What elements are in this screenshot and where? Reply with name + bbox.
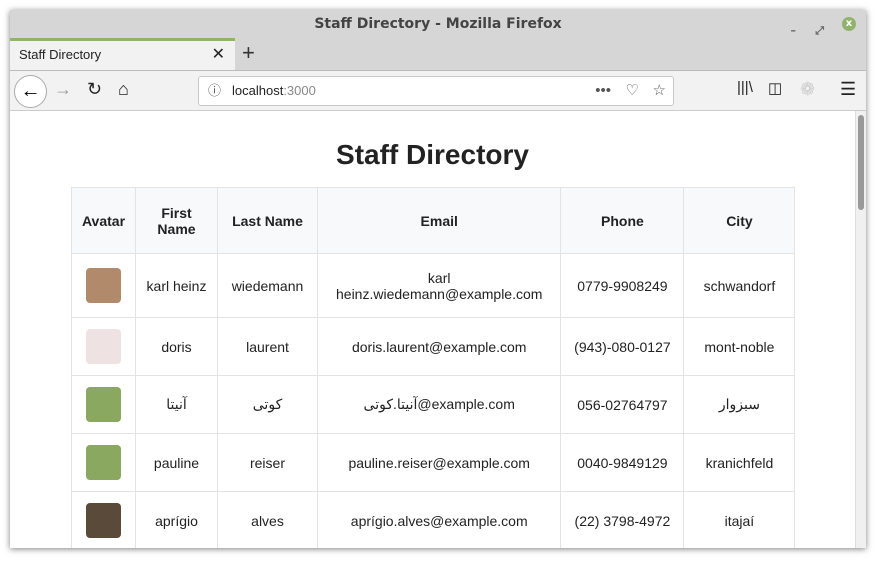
- menu-icon[interactable]: ☰: [840, 79, 856, 100]
- staff-table: Avatar First Name Last Name Email Phone …: [71, 187, 796, 548]
- avatar-cell: [71, 253, 136, 318]
- tab-label: Staff Directory: [19, 47, 102, 62]
- nav-bar: ← → ↻ ⌂ ⓘ localhost:3000 ••• ♡ ☆ |||\ ◫ …: [10, 70, 866, 111]
- pocket-icon[interactable]: ♡: [626, 77, 639, 105]
- cell-first: doris: [135, 317, 218, 376]
- table-row: آنیتا کوتی آنیتا.کوتی@example.com 056-02764…: [71, 375, 796, 434]
- cell-first: pauline: [135, 433, 218, 492]
- reload-icon[interactable]: ↻: [87, 79, 102, 100]
- cell-email: aprígio.alves@example.com: [316, 491, 562, 548]
- browser-window: Staff Directory - Mozilla Firefox – ⤢ x …: [10, 10, 866, 548]
- scrollbar[interactable]: [855, 111, 866, 548]
- cell-phone: 0779-9908249: [560, 253, 685, 318]
- info-icon[interactable]: ⓘ: [208, 77, 221, 105]
- tab-bar: Staff Directory ✕ +: [10, 38, 866, 70]
- back-icon[interactable]: ←: [14, 75, 47, 108]
- close-window-icon[interactable]: x: [842, 17, 856, 31]
- page-title: Staff Directory: [336, 139, 529, 170]
- avatar: [86, 445, 121, 480]
- cell-city: kranichfeld: [683, 433, 796, 492]
- url-host: localhost: [232, 83, 284, 98]
- extension-icon[interactable]: ❁: [800, 79, 815, 100]
- window-title: Staff Directory - Mozilla Firefox: [314, 16, 562, 32]
- table-row: pauline reiser pauline.reiser@example.com 0…: [71, 433, 796, 492]
- title-bar: Staff Directory - Mozilla Firefox – ⤢ x: [10, 10, 866, 38]
- cell-first: aprígio: [135, 491, 218, 548]
- cell-phone: 0040-9849129: [560, 433, 685, 492]
- url-port: :3000: [283, 83, 316, 98]
- avatar-cell: [71, 375, 136, 434]
- cell-email: pauline.reiser@example.com: [316, 433, 562, 492]
- close-tab-icon[interactable]: ✕: [212, 41, 225, 69]
- cell-email: آنیتا.کوتی@example.com: [316, 375, 562, 434]
- table-row: doris laurent doris.laurent@example.com (94…: [71, 317, 796, 376]
- library-icon[interactable]: |||\: [737, 79, 753, 96]
- avatar: [86, 268, 121, 303]
- avatar-cell: [71, 317, 136, 376]
- cell-first: آنیتا: [135, 375, 218, 434]
- header-avatar: Avatar: [71, 187, 136, 254]
- header-city: City: [683, 187, 796, 254]
- cell-city: سبزوار: [683, 375, 796, 434]
- cell-last: reiser: [217, 433, 318, 492]
- cell-email: karl heinz.wiedemann@example.com: [316, 253, 562, 318]
- cell-last: wiedemann: [217, 253, 318, 318]
- header-phone: Phone: [560, 187, 685, 254]
- cell-email: doris.laurent@example.com: [316, 317, 562, 376]
- page-content: Staff Directory Avatar First Name Last N…: [10, 111, 855, 548]
- header-last-name: Last Name: [217, 187, 318, 254]
- url-bar[interactable]: ⓘ localhost:3000 ••• ♡ ☆: [198, 76, 674, 106]
- cell-first: karl heinz: [135, 253, 218, 318]
- header-email: Email: [316, 187, 562, 254]
- cell-last: alves: [217, 491, 318, 548]
- tab-staff-directory[interactable]: Staff Directory ✕: [10, 38, 235, 70]
- avatar-cell: [71, 491, 136, 548]
- table-row: karl heinz wiedemann karl heinz.wiedemann@…: [71, 253, 796, 318]
- avatar: [86, 387, 121, 422]
- cell-phone: 056-02764797: [560, 375, 685, 434]
- scrollbar-thumb[interactable]: [858, 115, 864, 210]
- avatar: [86, 329, 121, 364]
- cell-city: schwandorf: [683, 253, 796, 318]
- home-icon[interactable]: ⌂: [118, 79, 129, 100]
- cell-phone: (22) 3798-4972: [560, 491, 685, 548]
- cell-city: mont-noble: [683, 317, 796, 376]
- more-icon[interactable]: •••: [595, 77, 611, 105]
- cell-phone: (943)-080-0127: [560, 317, 685, 376]
- avatar: [86, 503, 121, 538]
- table-row: aprígio alves aprígio.alves@example.com (22…: [71, 491, 796, 548]
- new-tab-icon[interactable]: +: [242, 38, 255, 68]
- cell-last: laurent: [217, 317, 318, 376]
- cell-last: کوتی: [217, 375, 318, 434]
- cell-city: itajaí: [683, 491, 796, 548]
- sidebar-icon[interactable]: ◫: [768, 79, 782, 97]
- avatar-cell: [71, 433, 136, 492]
- bookmark-star-icon[interactable]: ☆: [653, 77, 666, 105]
- header-first-name: First Name: [135, 187, 218, 254]
- forward-icon[interactable]: →: [54, 79, 72, 100]
